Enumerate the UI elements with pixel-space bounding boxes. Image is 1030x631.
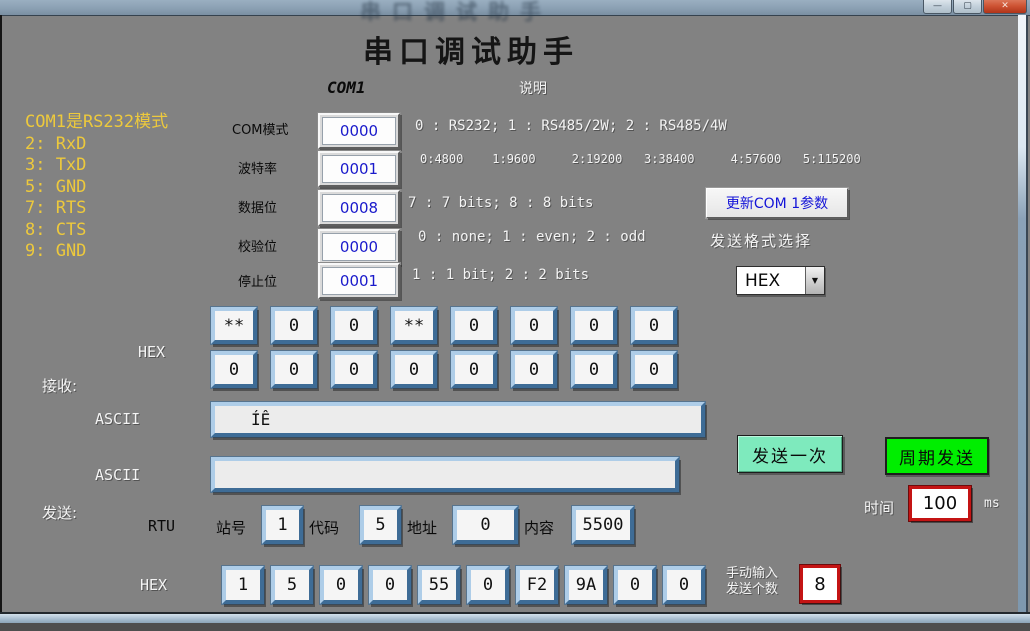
rtu-code-label: 代码 <box>309 517 339 538</box>
rx-hex-byte[interactable]: 0 <box>331 351 377 388</box>
rtu-address-input[interactable]: 0 <box>453 506 518 544</box>
send-hex-label: HEX <box>140 576 167 594</box>
rx-hex-byte[interactable]: 0 <box>271 307 317 344</box>
rx-hex-byte[interactable]: ** <box>391 307 437 344</box>
manual-count-label: 手动输入 发送个数 <box>726 566 778 598</box>
time-unit-label: ms <box>984 496 1000 511</box>
param-input-stop-bits[interactable]: 0001 <box>318 263 400 299</box>
tx-hex-byte[interactable]: 0 <box>320 566 362 604</box>
window-border-right <box>1018 15 1028 615</box>
rx-hex-byte[interactable]: 0 <box>571 307 617 344</box>
pin-info-line: 3: TxD <box>25 155 168 177</box>
param-desc-baud-rate: 0:4800 1:9600 2:19200 3:38400 4:57600 5:… <box>420 152 861 166</box>
param-desc-parity: 0 : none; 1 : even; 2 : odd <box>418 229 646 245</box>
rx-hex-byte[interactable]: 0 <box>271 351 317 388</box>
app-window: 串口调试助手 — ▢ ✕ 串口调试助手 COM1 说明 COM1是RS232模式… <box>0 0 1030 631</box>
pin-info-line: 7: RTS <box>25 198 168 220</box>
tx-hex-byte[interactable]: 55 <box>418 566 460 604</box>
param-label-data-bits: 数据位 <box>238 197 277 216</box>
window-border-bottom <box>0 614 1030 623</box>
description-header: 说明 <box>519 78 547 98</box>
rtu-content-input[interactable]: 5500 <box>572 506 634 544</box>
tx-hex-byte[interactable]: 0 <box>663 566 705 604</box>
param-input-data-bits[interactable]: 0008 <box>318 190 400 226</box>
pin-info-line: 8: CTS <box>25 220 168 242</box>
pin-info-line: 5: GND <box>25 177 168 199</box>
pin-info-line: COM1是RS232模式 <box>25 112 168 134</box>
rx-hex-byte[interactable]: 0 <box>451 351 497 388</box>
chevron-down-icon[interactable]: ▼ <box>805 267 824 294</box>
rtu-address-label: 地址 <box>407 517 437 538</box>
desktop-background <box>0 623 1030 631</box>
com-port-label: COM1 <box>327 78 366 97</box>
minimize-button[interactable]: — <box>923 0 952 14</box>
rx-hex-byte[interactable]: ** <box>211 307 257 344</box>
send-format-label: 发送格式选择 <box>710 230 812 251</box>
tx-hex-byte[interactable]: F2 <box>516 566 558 604</box>
close-icon: ✕ <box>1001 0 1009 13</box>
rx-hex-byte[interactable]: 0 <box>511 351 557 388</box>
param-desc-com-mode: 0 : RS232; 1 : RS485/2W; 2 : RS485/4W <box>415 118 727 134</box>
tx-hex-byte[interactable]: 9A <box>565 566 607 604</box>
close-button[interactable]: ✕ <box>983 0 1027 14</box>
rx-hex-byte[interactable]: 0 <box>631 307 677 344</box>
send-ascii-label: ASCII <box>95 466 140 484</box>
rtu-code-input[interactable]: 5 <box>360 506 401 544</box>
maximize-icon: ▢ <box>963 0 972 13</box>
param-label-parity: 校验位 <box>238 236 277 255</box>
manual-count-input[interactable]: 8 <box>800 565 840 603</box>
rx-hex-byte[interactable]: 0 <box>511 307 557 344</box>
tx-hex-byte[interactable]: 1 <box>222 566 264 604</box>
pin-info: COM1是RS232模式 2: RxD 3: TxD 5: GND 7: RTS… <box>25 112 168 263</box>
minimize-icon: — <box>933 0 942 13</box>
rx-hex-byte[interactable]: 0 <box>451 307 497 344</box>
rtu-station-label: 站号 <box>216 517 246 538</box>
param-label-stop-bits: 停止位 <box>238 271 277 290</box>
send-once-button[interactable]: 发送一次 <box>737 435 843 473</box>
send-ascii-input[interactable] <box>211 457 679 492</box>
periodic-send-button[interactable]: 周期发送 <box>885 437 989 475</box>
send-section-label: 发送: <box>42 502 77 523</box>
maximize-button[interactable]: ▢ <box>953 0 982 14</box>
param-desc-stop-bits: 1 : 1 bit; 2 : 2 bits <box>412 267 589 283</box>
send-format-select[interactable]: HEX ▼ <box>736 266 825 295</box>
rx-hex-byte[interactable]: 0 <box>571 351 617 388</box>
time-label: 时间 <box>864 497 894 518</box>
receive-ascii-label: ASCII <box>95 410 140 428</box>
window-titlebar: 串口调试助手 — ▢ ✕ <box>0 0 1030 16</box>
param-label-baud-rate: 波特率 <box>238 158 277 177</box>
tx-hex-byte[interactable]: 0 <box>614 566 656 604</box>
rx-hex-byte[interactable]: 0 <box>631 351 677 388</box>
pin-info-line: 9: GND <box>25 241 168 263</box>
param-input-com-mode[interactable]: 0000 <box>318 113 400 149</box>
page-title: 串口调试助手 <box>363 27 579 71</box>
rtu-label: RTU <box>148 517 175 535</box>
rtu-content-label: 内容 <box>524 517 554 538</box>
receive-section-label: 接收: <box>42 375 77 396</box>
receive-ascii-input[interactable]: ÍÊ <box>211 402 705 437</box>
tx-hex-byte[interactable]: 0 <box>467 566 509 604</box>
send-format-value: HEX <box>737 267 805 294</box>
update-com-params-button[interactable]: 更新COM 1参数 <box>706 188 848 218</box>
time-input[interactable]: 100 <box>909 486 971 521</box>
tx-hex-byte[interactable]: 5 <box>271 566 313 604</box>
window-border-left <box>0 15 2 614</box>
param-label-com-mode: COM模式 <box>232 119 289 138</box>
rx-hex-byte[interactable]: 0 <box>391 351 437 388</box>
param-desc-data-bits: 7 : 7 bits; 8 : 8 bits <box>408 195 593 211</box>
window-title: 串口调试助手 <box>360 0 552 26</box>
rx-hex-byte[interactable]: 0 <box>211 351 257 388</box>
param-input-parity[interactable]: 0000 <box>318 229 400 265</box>
pin-info-line: 2: RxD <box>25 134 168 156</box>
receive-hex-label: HEX <box>138 343 165 361</box>
rx-hex-byte[interactable]: 0 <box>331 307 377 344</box>
rtu-station-input[interactable]: 1 <box>262 506 303 544</box>
param-input-baud-rate[interactable]: 0001 <box>318 151 400 187</box>
tx-hex-byte[interactable]: 0 <box>369 566 411 604</box>
